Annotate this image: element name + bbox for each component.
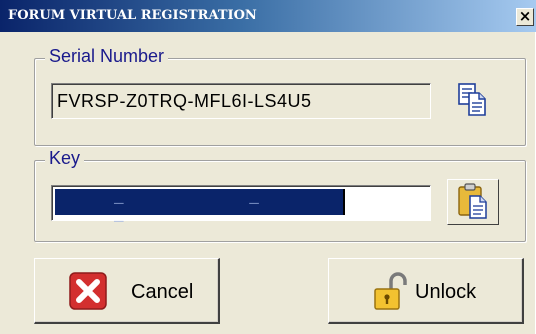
cancel-button[interactable]: Cancel: [34, 258, 220, 324]
copy-icon: [458, 83, 486, 116]
key-legend: Key: [45, 148, 85, 169]
title-bar[interactable]: FORUM VIRTUAL REGISTRATION ×: [0, 0, 536, 32]
key-input-value: _ _ _: [114, 189, 317, 225]
key-group: Key _ _ _: [34, 148, 526, 242]
cancel-label: Cancel: [131, 281, 194, 303]
window-title: FORUM VIRTUAL REGISTRATION: [8, 8, 257, 23]
close-icon: ×: [518, 7, 532, 25]
registration-window: FORUM VIRTUAL REGISTRATION × Serial Numb…: [0, 0, 536, 334]
serial-number-field[interactable]: FVRSP-Z0TRQ-MFL6I-LS4U5: [51, 83, 431, 119]
serial-number-value: FVRSP-Z0TRQ-MFL6I-LS4U5: [57, 91, 312, 111]
serial-number-group: Serial Number FVRSP-Z0TRQ-MFL6I-LS4U5: [34, 46, 526, 146]
red-x-icon: [69, 272, 107, 310]
unlock-label: Unlock: [415, 281, 477, 303]
paste-icon: [458, 183, 487, 219]
paste-key-button[interactable]: [447, 179, 499, 225]
copy-serial-button[interactable]: [451, 79, 493, 121]
serial-number-legend: Serial Number: [45, 46, 169, 67]
padlock-open-icon: [374, 272, 407, 310]
key-input[interactable]: _ _ _: [51, 185, 431, 225]
close-button[interactable]: ×: [516, 8, 534, 26]
unlock-button[interactable]: Unlock: [328, 258, 524, 324]
